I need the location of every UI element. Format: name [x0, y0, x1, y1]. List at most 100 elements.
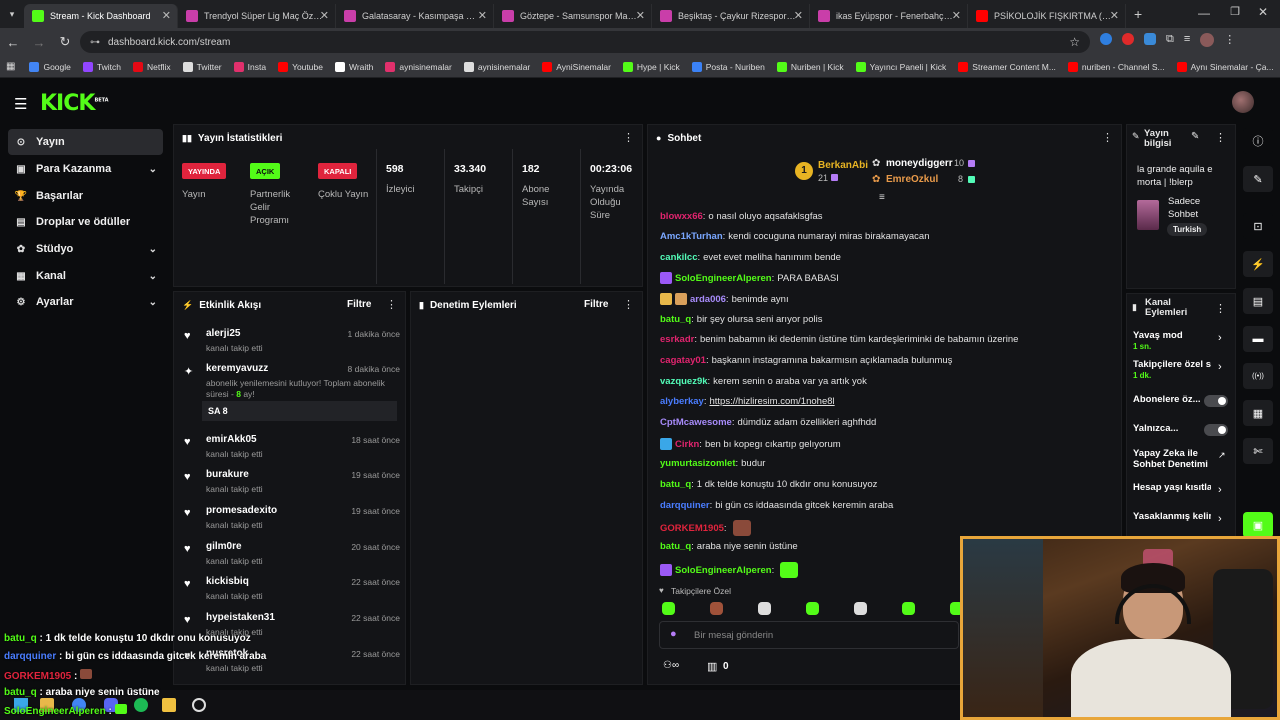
extensions-puzzle-icon[interactable]: ⧉ — [1166, 33, 1174, 47]
activity-more-icon[interactable]: ⋮ — [386, 298, 397, 311]
bookmark-star-icon[interactable]: ☆ — [1069, 35, 1080, 49]
collapse-leaderboard-icon[interactable]: ≡ — [879, 192, 885, 203]
channel-action-label[interactable]: Hesap yaşı kısıtla — [1133, 482, 1211, 493]
chat-more-icon[interactable]: ⋮ — [1102, 131, 1113, 144]
lightning-icon[interactable]: ⚡ — [1243, 251, 1273, 277]
kick-logo[interactable]: KICKBETA — [40, 91, 109, 116]
bookmark-item[interactable]: Aynı Sinemalar - Ça... — [1176, 61, 1274, 72]
bookmark-item[interactable]: Hype | Kick — [622, 61, 680, 72]
browser-tab[interactable]: Göztepe - Samsunspor Maç Öze ✕ — [494, 4, 652, 28]
activity-username[interactable]: kickisbiq — [206, 576, 249, 587]
bookmark-item[interactable]: Twitch — [82, 61, 121, 72]
taskbar-app-5[interactable] — [162, 698, 176, 712]
chat-username[interactable]: blowxx66 — [660, 211, 703, 222]
people-icon[interactable]: ⚇∞ — [663, 660, 679, 671]
chat-username[interactable]: batu_q — [660, 314, 691, 325]
sidebar-item-money[interactable]: ▣ Para Kazanma ⌄ — [8, 156, 163, 182]
chat-username[interactable]: CptMcawesome — [660, 417, 732, 428]
chevron-right-icon[interactable]: › — [1218, 513, 1222, 525]
chevron-right-icon[interactable]: › — [1218, 332, 1222, 344]
chat-link[interactable]: https://hizliresim.com/1nohe8l — [709, 396, 834, 407]
new-tab-button[interactable]: + — [1134, 6, 1142, 22]
user-avatar[interactable] — [1232, 91, 1254, 113]
chevron-right-icon[interactable]: › — [1218, 361, 1222, 373]
extension-icon-2[interactable] — [1122, 33, 1134, 45]
tab-close-icon[interactable]: ✕ — [320, 9, 329, 22]
restore-button[interactable]: ❐ — [1230, 5, 1240, 18]
chevron-down-icon[interactable]: ⌄ — [149, 271, 157, 282]
channel-action-label[interactable]: Takipçilere özel s — [1133, 359, 1211, 370]
microphone-icon[interactable]: ● — [670, 628, 677, 640]
leader-name-2[interactable]: moneydiggerr — [886, 158, 953, 169]
channel-action-label[interactable]: Yapay Zeka ile Sohbet Denetimi — [1133, 448, 1213, 470]
tab-close-icon[interactable]: ✕ — [952, 9, 961, 22]
activity-username[interactable]: burakure — [206, 469, 249, 480]
bookmark-item[interactable]: Insta — [233, 61, 266, 72]
leader-name-1[interactable]: BerkanAbi — [818, 160, 868, 171]
channel-actions-more-icon[interactable]: ⋮ — [1215, 302, 1226, 315]
chevron-down-icon[interactable]: ⌄ — [149, 244, 157, 255]
green-action-icon[interactable]: ▣ — [1243, 512, 1273, 538]
leader-name-3[interactable]: EmreOzkul — [886, 174, 938, 185]
close-window-button[interactable]: ✕ — [1258, 5, 1268, 19]
chat-username[interactable]: cankilcc — [660, 252, 698, 263]
category-thumbnail[interactable] — [1137, 200, 1159, 230]
chat-username[interactable]: alyberkay — [660, 396, 704, 407]
activity-username[interactable]: gilm0re — [206, 541, 242, 552]
apps-grid-icon[interactable]: ▦ — [6, 61, 15, 72]
chat-username[interactable]: darqquiner — [660, 500, 710, 511]
stats-more-icon[interactable]: ⋮ — [623, 131, 634, 144]
channel-action-label[interactable]: Yasaklanmış kelim — [1133, 511, 1211, 522]
chat-username[interactable]: SoloEngineerAlperen — [675, 565, 772, 576]
store-icon[interactable]: ▥ — [707, 660, 717, 673]
info-icon[interactable]: ⓘ — [1243, 128, 1273, 154]
browser-menu-icon[interactable]: ⋮ — [1224, 33, 1235, 47]
activity-filter-button[interactable]: Filtre — [347, 299, 371, 310]
bookmark-item[interactable]: AyniSinemalar — [542, 61, 611, 72]
sidebar-item-broadcast[interactable]: ⊙ Yayın — [8, 129, 163, 155]
chat-username[interactable]: batu_q — [660, 479, 691, 490]
tab-close-icon[interactable]: ✕ — [636, 9, 645, 22]
emote-button[interactable] — [710, 602, 723, 615]
stream-info-more-icon[interactable]: ⋮ — [1215, 131, 1226, 144]
forward-icon[interactable]: → — [26, 35, 52, 50]
browser-tab[interactable]: Beşiktaş - Çaykur Rizespor Ma ✕ — [652, 4, 810, 28]
category-name[interactable]: Sadece Sohbet — [1168, 195, 1228, 221]
channel-action-label[interactable]: Yalnızca... — [1133, 423, 1211, 434]
activity-username[interactable]: keremyavuzz — [206, 363, 268, 374]
tab-search-icon[interactable]: ▾ — [0, 9, 24, 20]
sidebar-item-trophy[interactable]: 🏆 Başarılar — [8, 183, 163, 209]
tab-close-icon[interactable]: ✕ — [1110, 9, 1119, 22]
wrench-icon[interactable]: ✄ — [1243, 438, 1273, 464]
edit-icon[interactable]: ✎ — [1191, 131, 1199, 142]
bookmark-item[interactable]: Streamer Content M... — [958, 61, 1056, 72]
sidebar-item-gear[interactable]: ✿ Stüdyo ⌄ — [8, 236, 163, 262]
chat-username[interactable]: Amc1kTurhan — [660, 231, 723, 242]
toggle-switch[interactable] — [1204, 395, 1228, 407]
bookmark-item[interactable]: Posta - Nuriben — [691, 61, 765, 72]
tab-close-icon[interactable]: ✕ — [794, 9, 803, 22]
chat-username[interactable]: batu_q — [660, 541, 691, 552]
chat-username[interactable]: GORKEM1905 — [660, 523, 724, 534]
activity-username[interactable]: emirAkk05 — [206, 434, 257, 445]
chat-username[interactable]: cagatay01 — [660, 355, 706, 366]
browser-tab[interactable]: Stream - Kick Dashboard ✕ — [24, 4, 178, 28]
reload-icon[interactable]: ↻ — [52, 34, 78, 50]
emote-button[interactable] — [854, 602, 867, 615]
bookmark-item[interactable]: nuriben - Channel S... — [1067, 61, 1165, 72]
taskbar-obs-icon[interactable] — [192, 698, 206, 712]
broadcast-icon[interactable]: ((•)) — [1243, 363, 1273, 389]
bookmark-item[interactable]: Google — [29, 61, 71, 72]
external-link-icon[interactable]: ↗ — [1218, 450, 1226, 461]
activity-username[interactable]: alerji25 — [206, 328, 240, 339]
chat-username[interactable]: Cirkn — [675, 439, 699, 450]
tab-close-icon[interactable]: ✕ — [162, 9, 171, 22]
emote-button[interactable] — [902, 602, 915, 615]
profile-icon[interactable] — [1200, 33, 1215, 47]
browser-tab[interactable]: Galatasaray - Kasımpaşa Maç Ö ✕ — [336, 4, 494, 28]
media-controls-icon[interactable]: ≡ — [1184, 33, 1190, 47]
bookmark-item[interactable]: Yayıncı Paneli | Kick — [855, 61, 946, 72]
chevron-down-icon[interactable]: ⌄ — [149, 164, 157, 175]
site-info-icon[interactable]: ⊶ — [90, 37, 100, 48]
browser-tab[interactable]: Trendyol Süper Lig Maç Özetle ✕ — [178, 4, 336, 28]
